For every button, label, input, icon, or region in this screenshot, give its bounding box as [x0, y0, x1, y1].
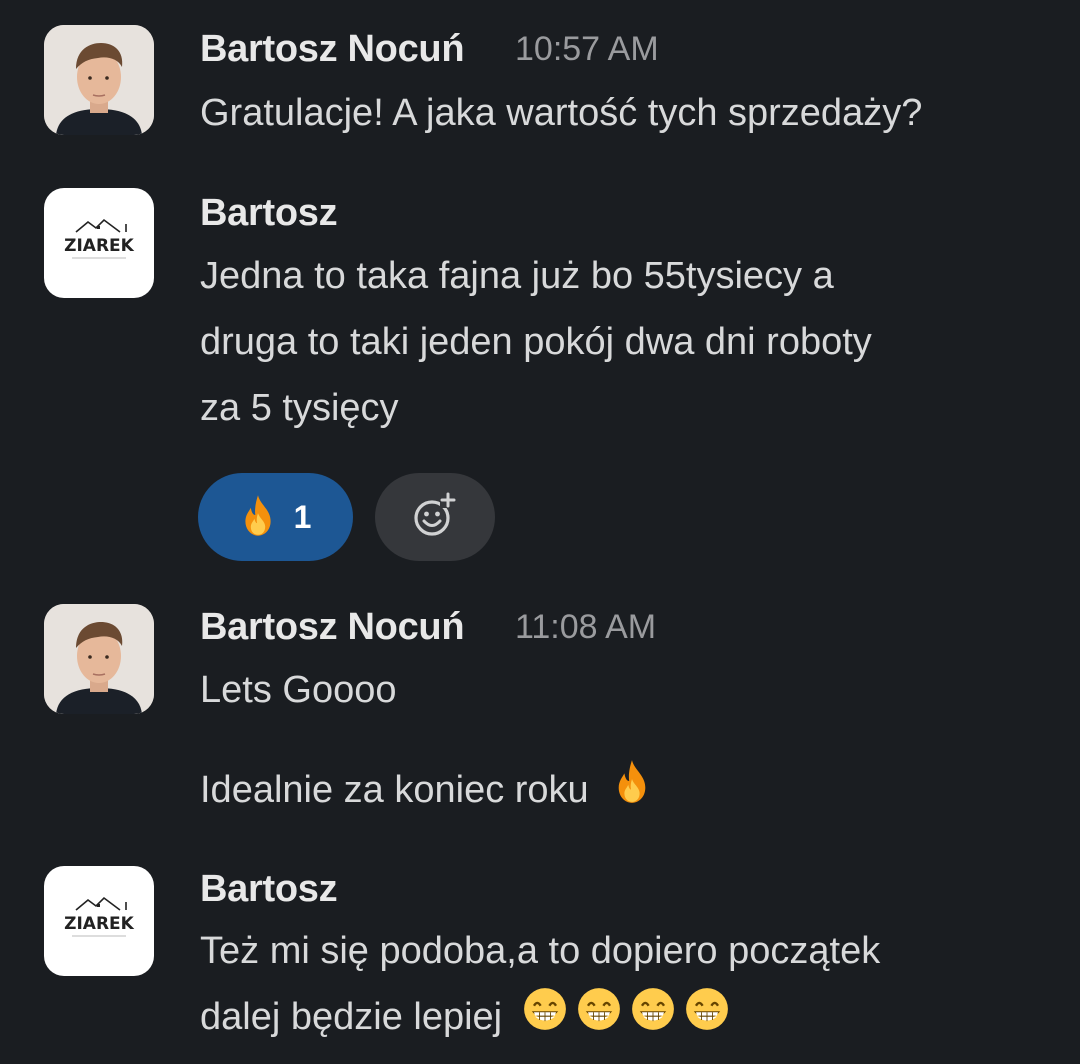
logo-text: ZIAREK [64, 236, 135, 256]
logo-text: ZIAREK [64, 914, 135, 934]
house-roof-icon [75, 218, 127, 233]
author-name[interactable]: Bartosz [200, 190, 338, 236]
message-text-line: dalej będzie lepiej [200, 984, 729, 1052]
message-text-line: Też mi się podoba,a to dopiero początek [200, 930, 881, 972]
message-timestamp[interactable]: 10:57 AM [515, 26, 659, 72]
message-text-line: Lets Goooo [200, 669, 397, 711]
grin-emoji-icon [631, 986, 675, 1052]
message-text-line: za 5 tysięcy [200, 387, 399, 429]
message-text: Gratulacje! A jaka wartość tych sprzedaż… [200, 92, 923, 134]
message-text-line: druga to taki jeden pokój dwa dni roboty [200, 321, 872, 363]
grin-emoji-icon [685, 986, 729, 1052]
fire-icon [613, 758, 651, 825]
fire-reaction-button[interactable]: 1 [198, 473, 353, 561]
user-avatar[interactable] [44, 25, 154, 135]
author-name[interactable]: Bartosz Nocuń [200, 26, 465, 72]
message-text: Idealnie za koniec roku [200, 769, 589, 811]
grin-emoji-icon [523, 986, 567, 1052]
user-avatar[interactable] [44, 604, 154, 714]
message-text-line: Idealnie za koniec roku [200, 757, 651, 825]
add-reaction-button[interactable] [375, 473, 495, 561]
message-timestamp[interactable]: 11:08 AM [515, 604, 656, 650]
fire-icon [240, 493, 276, 542]
reaction-count: 1 [293, 498, 312, 535]
author-name[interactable]: Bartosz Nocuń [200, 604, 465, 650]
house-roof-icon [75, 896, 127, 911]
add-emoji-icon [410, 490, 460, 545]
message-text-line: Jedna to taka fajna już bo 55tysiecy a [200, 255, 834, 297]
message-text: dalej będzie lepiej [200, 996, 503, 1038]
author-name[interactable]: Bartosz [200, 866, 338, 912]
company-logo-avatar[interactable]: ZIAREK [44, 866, 154, 976]
company-logo-avatar[interactable]: ZIAREK [44, 188, 154, 298]
grin-emoji-icon [577, 986, 621, 1052]
